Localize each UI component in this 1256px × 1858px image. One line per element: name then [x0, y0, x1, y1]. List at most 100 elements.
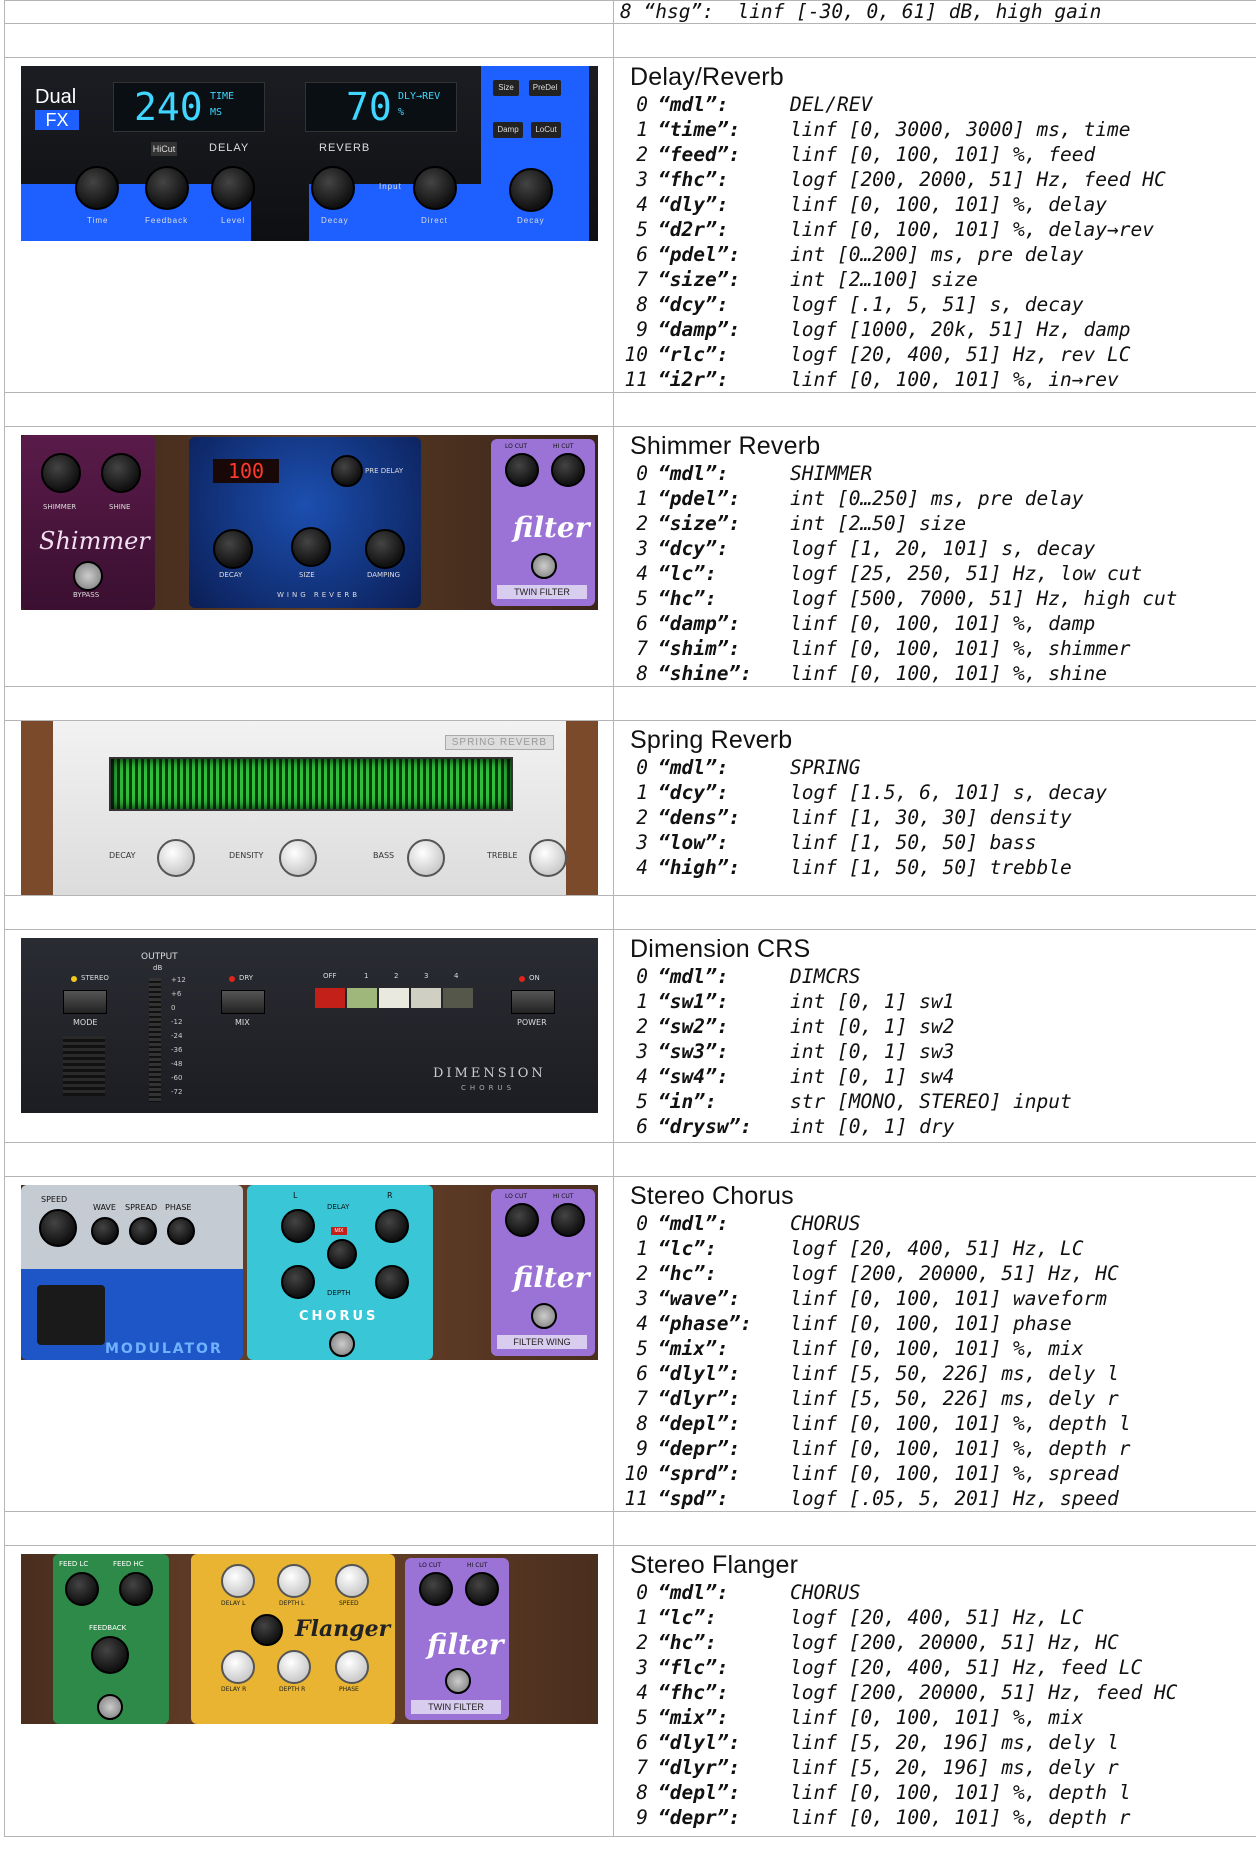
locut-knob[interactable] [505, 1203, 539, 1237]
damp-button[interactable]: Damp [493, 122, 523, 138]
param-value: linf [0, 100, 101] %, shine [790, 662, 1107, 685]
footswitch[interactable] [531, 553, 557, 579]
bypass-footswitch[interactable] [73, 561, 103, 591]
hicut-button[interactable]: HiCut [151, 142, 177, 156]
param-line: 4 “sw4”: int [0, 1] sw4 [620, 1064, 1256, 1089]
on-label: ON [529, 974, 540, 982]
footswitch[interactable] [445, 1668, 471, 1694]
density-knob[interactable] [279, 839, 317, 877]
param-key: “mdl”: [658, 1212, 729, 1235]
footswitch[interactable] [531, 1303, 557, 1329]
wave-knob[interactable] [91, 1217, 119, 1245]
param-value: logf [20, 400, 51] Hz, LC [790, 1237, 1084, 1260]
feedback-knob[interactable] [145, 166, 189, 210]
param-key: “sw3”: [658, 1040, 729, 1063]
mode-2-button[interactable] [379, 988, 409, 1008]
phase-knob[interactable] [335, 1650, 369, 1684]
damping-knob[interactable] [365, 529, 405, 569]
footswitch[interactable] [37, 1285, 105, 1345]
speed-knob[interactable] [335, 1564, 369, 1598]
delay-r-knob[interactable] [221, 1650, 255, 1684]
spread-knob[interactable] [129, 1217, 157, 1245]
predel-button[interactable]: PreDel [529, 80, 561, 96]
param-line: 3 “sw3”: int [0, 1] sw3 [620, 1039, 1256, 1064]
power-led [519, 976, 525, 982]
lcd-value: 240 [134, 85, 203, 129]
param-line: 8 “depl”: linf [0, 100, 101] %, depth l [620, 1411, 1256, 1436]
size-knob[interactable] [291, 527, 331, 567]
knob-label: R [387, 1191, 393, 1200]
param-line: 10 “sprd”: linf [0, 100, 101] %, spread [620, 1461, 1256, 1486]
param-index: 6 [636, 1115, 648, 1138]
mode-4-button[interactable] [443, 988, 473, 1008]
spring-tank-window [109, 757, 513, 811]
param-index: 2 [636, 1262, 648, 1285]
switch-3-label: 3 [424, 972, 429, 980]
delay-l-knob[interactable] [221, 1564, 255, 1598]
filter-logo: filter [513, 511, 590, 544]
shine-knob[interactable] [101, 453, 141, 493]
knob-label: DELAY [327, 1203, 350, 1211]
power-switch[interactable] [511, 990, 555, 1014]
decay-knob[interactable] [509, 168, 553, 212]
phase-knob[interactable] [167, 1217, 195, 1245]
mix-knob[interactable] [251, 1614, 283, 1646]
param-line: 8 “shine”: linf [0, 100, 101] %, shine [620, 661, 1256, 686]
feedback-pedal: FEED LC FEED HC FEEDBACK [53, 1554, 169, 1724]
mode-3-button[interactable] [411, 988, 441, 1008]
param-index: 0 [636, 965, 648, 988]
param-index: 3 [636, 1040, 648, 1063]
param-line: 2 “hc”: logf [200, 20000, 51] Hz, HC [620, 1261, 1256, 1286]
direct-knob[interactable] [413, 166, 457, 210]
param-key: “lc”: [658, 1606, 717, 1629]
dry-switch[interactable] [221, 990, 265, 1014]
time-knob[interactable] [75, 166, 119, 210]
predelay-knob[interactable] [331, 455, 363, 487]
feed-lc-knob[interactable] [65, 1572, 99, 1606]
locut-knob[interactable] [505, 453, 539, 487]
footswitch[interactable] [329, 1331, 355, 1357]
shim-knob[interactable] [41, 453, 81, 493]
mode-switch[interactable] [63, 990, 107, 1014]
treble-knob[interactable] [529, 839, 567, 877]
param-line: 7 “dlyr”: linf [5, 50, 226] ms, dely r [620, 1386, 1256, 1411]
param-value: logf [.1, 5, 51] s, decay [790, 293, 1084, 316]
speed-knob[interactable] [39, 1209, 77, 1247]
param-value: linf [0, 100, 101] waveform [790, 1287, 1107, 1310]
hicut-knob[interactable] [465, 1572, 499, 1606]
rev-decay-knob[interactable] [311, 166, 355, 210]
feed-hc-knob[interactable] [119, 1572, 153, 1606]
filter-wing-pedal: LO CUT HI CUT filter FILTER WING [491, 1189, 595, 1356]
pedal-brand: TWIN FILTER [411, 1700, 501, 1714]
level-knob[interactable] [211, 166, 255, 210]
param-list: 0 “mdl”: SPRING 1 “dcy”: logf [1.5, 6, 101] s… [620, 755, 1256, 880]
mode-1-button[interactable] [347, 988, 377, 1008]
depth-l-knob[interactable] [277, 1564, 311, 1598]
hicut-knob[interactable] [551, 453, 585, 487]
param-value: int [0…250] ms, pre delay [790, 487, 1084, 510]
feedback-knob[interactable] [91, 1636, 129, 1674]
knob-label: HI CUT [553, 1193, 574, 1200]
depth-r-knob[interactable] [277, 1650, 311, 1684]
delay-r-knob[interactable] [375, 1209, 409, 1243]
knob-label: PHASE [165, 1203, 192, 1212]
depth-l-knob[interactable] [281, 1265, 315, 1299]
decay-knob[interactable] [157, 839, 195, 877]
off-button[interactable] [315, 988, 345, 1008]
text-cell: Stereo Chorus 0 “mdl”: CHORUS 1 “lc”: logf [2… [613, 1176, 1256, 1512]
footswitch[interactable] [97, 1694, 123, 1720]
decay-knob[interactable] [213, 529, 253, 569]
param-value: int [0, 1] sw2 [790, 1015, 955, 1038]
mix-knob[interactable] [327, 1239, 357, 1269]
output-meter [149, 978, 161, 1102]
locut-knob[interactable] [419, 1572, 453, 1606]
delay-l-knob[interactable] [281, 1209, 315, 1243]
param-line: 2 “size”: int [2…50] size [620, 511, 1256, 536]
bass-knob[interactable] [407, 839, 445, 877]
param-line: 9 “depr”: linf [0, 100, 101] %, depth r [620, 1805, 1256, 1830]
locut-button[interactable]: LoCut [531, 122, 561, 138]
size-button[interactable]: Size [493, 80, 519, 96]
depth-r-knob[interactable] [375, 1265, 409, 1299]
flanger-pedal: DELAY L DEPTH L SPEED Flanger DELAY R DE… [191, 1554, 395, 1724]
hicut-knob[interactable] [551, 1203, 585, 1237]
